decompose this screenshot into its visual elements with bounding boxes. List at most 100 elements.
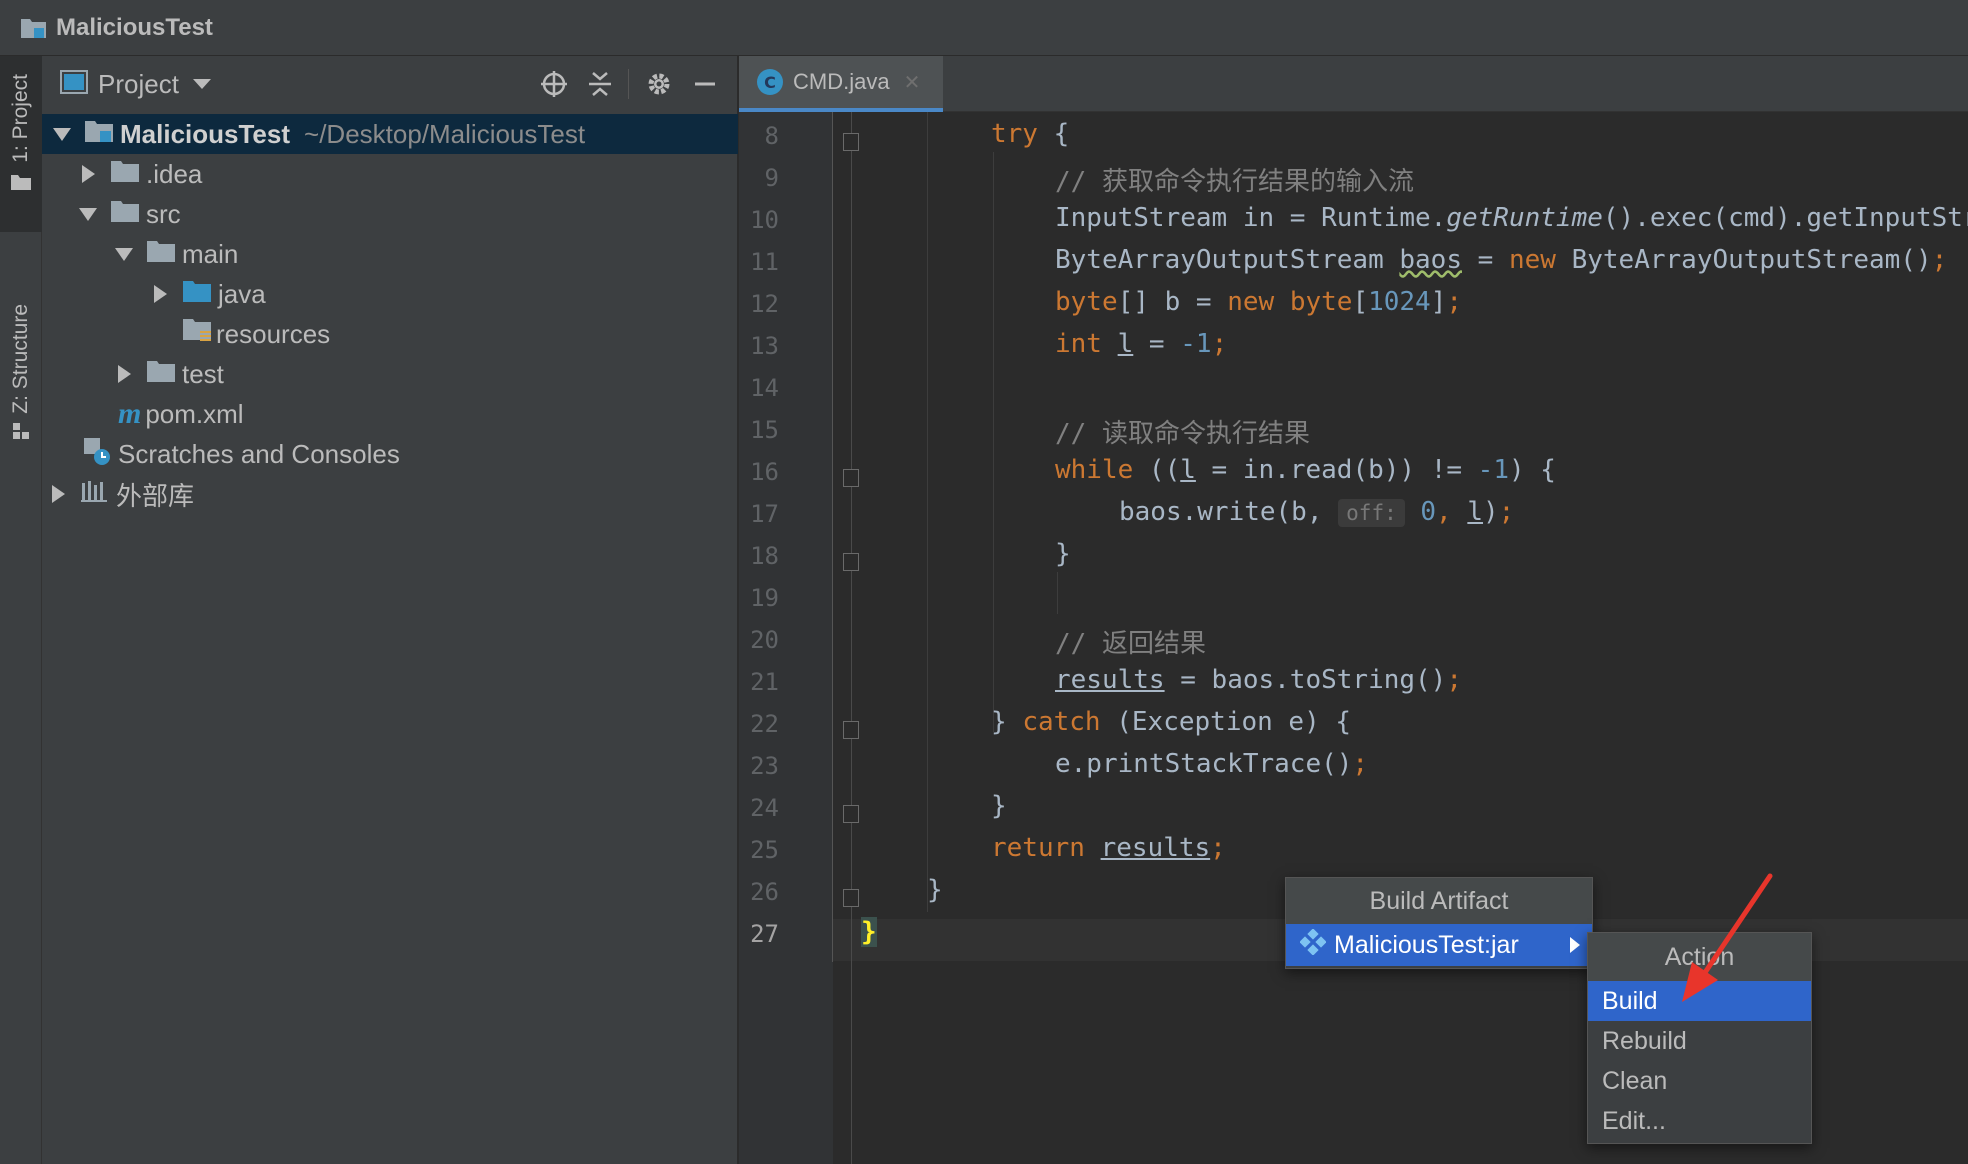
expand-right-icon[interactable] — [114, 364, 134, 384]
code-token: ByteArrayOutputStream — [1055, 245, 1400, 275]
project-view-selector[interactable]: Project — [98, 69, 179, 100]
module-folder-icon — [84, 118, 114, 151]
tree-item-pom[interactable]: m pom.xml — [42, 394, 738, 434]
expand-right-icon[interactable] — [150, 284, 170, 304]
indent-guide — [927, 112, 928, 912]
code-token: = baos.toString() — [1164, 665, 1447, 695]
minimize-icon[interactable] — [685, 64, 725, 104]
tree-item-resources[interactable]: resources — [42, 314, 738, 354]
artifact-item-label: MaliciousTest:jar — [1334, 930, 1519, 959]
code-line-16: while ((l = in.read(b)) != -1) { — [1055, 455, 1556, 485]
code-token: (Exception e) { — [1100, 707, 1352, 737]
code-token: return — [991, 833, 1085, 863]
tree-item-external-libraries[interactable]: 外部库 — [42, 474, 738, 514]
line-number: 17 — [750, 500, 779, 528]
tree-item-root[interactable]: MaliciousTest ~/Desktop/MaliciousTest — [42, 114, 738, 154]
line-number: 19 — [750, 584, 779, 612]
collapse-all-icon[interactable] — [580, 64, 620, 104]
code-token: int — [1055, 329, 1102, 359]
fold-marker[interactable] — [843, 721, 859, 739]
build-artifact-popup: Build Artifact MaliciousTest:jar — [1285, 877, 1593, 969]
tree-item-label: .idea — [146, 158, 203, 189]
locate-icon[interactable] — [534, 64, 574, 104]
chevron-down-icon[interactable] — [192, 79, 211, 89]
code-line-24: } — [991, 791, 1007, 821]
tree-item-label: resources — [216, 318, 331, 349]
popup-title: Build Artifact — [1286, 878, 1592, 924]
fold-marker[interactable] — [843, 133, 859, 151]
code-line-18: } — [1055, 539, 1071, 569]
code-token: 0 — [1420, 497, 1437, 527]
indent-guide — [993, 152, 994, 732]
tab-cmd-java[interactable]: C CMD.java ✕ — [739, 56, 943, 112]
header-separator — [628, 69, 629, 99]
code-token: ; — [1446, 665, 1462, 695]
structure-icon — [12, 422, 30, 444]
code-token: ; — [1211, 329, 1228, 359]
code-token: [] b = — [1117, 287, 1228, 317]
project-tool-tab[interactable]: 1: Project — [0, 56, 42, 232]
project-folder-icon — [20, 16, 48, 40]
code-token: try — [991, 119, 1038, 149]
tree-item-idea[interactable]: .idea — [42, 154, 738, 194]
code-token: while — [1055, 455, 1134, 485]
line-number: 14 — [750, 374, 779, 402]
tree-item-src[interactable]: src — [42, 194, 738, 234]
expand-right-icon[interactable] — [78, 164, 98, 184]
tree-item-label: Scratches and Consoles — [118, 438, 400, 469]
maven-icon: m — [118, 397, 142, 430]
title-bar: MaliciousTest — [0, 0, 1968, 56]
code-line-25: return results; — [991, 833, 1226, 863]
fold-marker[interactable] — [843, 889, 859, 907]
fold-marker[interactable] — [843, 469, 859, 487]
artifact-item-maliciousTest-jar[interactable]: MaliciousTest:jar — [1286, 924, 1592, 966]
expand-down-icon[interactable] — [78, 204, 98, 224]
structure-tool-tab[interactable]: Z: Structure — [0, 252, 42, 472]
action-clean[interactable]: Clean — [1588, 1061, 1811, 1101]
folder-icon — [110, 159, 140, 190]
java-class-icon: C — [757, 69, 783, 95]
code-token: { — [1037, 119, 1070, 149]
source-folder-icon — [182, 279, 212, 310]
folder-icon — [110, 199, 140, 230]
expand-down-icon[interactable] — [52, 124, 72, 144]
editor-tab-bar: C CMD.java ✕ — [739, 56, 1968, 112]
folder-icon — [146, 359, 176, 390]
tree-item-scratches[interactable]: Scratches and Consoles — [42, 434, 738, 474]
indent-guide — [1057, 572, 1058, 614]
code-token: l — [1467, 497, 1484, 527]
code-token: ; — [1931, 245, 1948, 275]
line-number-current: 27 — [750, 920, 779, 948]
line-number: 18 — [750, 542, 779, 570]
code-token: catch — [1022, 707, 1101, 737]
expand-right-icon[interactable] — [48, 484, 68, 504]
project-panel: Project MaliciousTest ~/Desktop/Maliciou… — [42, 56, 738, 1164]
code-token: -1 — [1180, 329, 1212, 359]
line-number: 10 — [750, 206, 779, 234]
expand-down-icon[interactable] — [114, 244, 134, 264]
close-icon[interactable]: ✕ — [904, 70, 921, 94]
code-token: ByteArrayOutputStream() — [1555, 245, 1932, 275]
code-line-9: // 获取命令执行结果的输入流 — [1055, 167, 1414, 197]
project-view-icon — [60, 69, 88, 99]
code-token: ) — [1483, 497, 1499, 527]
tree-item-java[interactable]: java — [42, 274, 738, 314]
code-token: e.printStackTrace() — [1055, 749, 1353, 779]
fold-marker[interactable] — [843, 805, 859, 823]
gear-icon[interactable] — [639, 64, 679, 104]
tree-item-label: main — [182, 238, 239, 269]
code-line-27: } — [861, 917, 877, 947]
action-rebuild[interactable]: Rebuild — [1588, 1021, 1811, 1061]
tree-item-main[interactable]: main — [42, 234, 738, 274]
code-token: ) { — [1508, 455, 1556, 485]
tree-item-label: src — [146, 198, 181, 229]
tree-item-test[interactable]: test — [42, 354, 738, 394]
fold-marker[interactable] — [843, 553, 859, 571]
code-token: ; — [1498, 497, 1515, 527]
code-token: ; — [1446, 287, 1463, 317]
artifact-icon — [1299, 927, 1327, 962]
code-token: = — [1462, 245, 1509, 275]
action-edit[interactable]: Edit... — [1588, 1101, 1811, 1141]
code-line-21: results = baos.toString(); — [1055, 665, 1462, 695]
